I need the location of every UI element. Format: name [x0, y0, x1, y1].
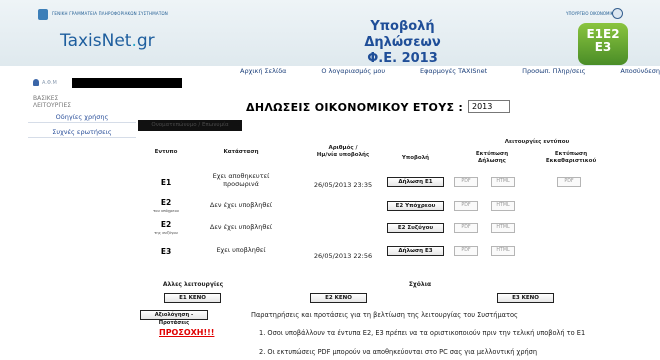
e1-blank-button[interactable]: Ε1 ΚΕΝΟ [164, 293, 221, 303]
submit-e2-spouse-button[interactable]: Ε2 Συζύγου [387, 223, 444, 233]
print-e2-obligor-pdf-button[interactable]: PDF [454, 201, 478, 211]
form-code: E3 [160, 247, 172, 256]
sidebar-title: ΒΑΣΙΚΕΣ ΛΕΙΤΟΥΡΓΙΕΣ [33, 95, 71, 109]
sidebar-link-faq[interactable]: Συχνές ερωτήσεις [28, 127, 136, 138]
submit-e2-obligor-button[interactable]: Ε2 Υπόχρεου [387, 201, 444, 211]
table-row-e3-form: E3 [141, 247, 191, 256]
gov-text: ΓΕΝΙΚΗ ΓΡΑΜΜΑΤΕΙΑ ΠΛΗΡΟΦΟΡΙΑΚΩΝ ΣΥΣΤΗΜΑΤ… [52, 11, 168, 16]
print-e3-pdf-button[interactable]: PDF [454, 246, 478, 256]
col-header-print-notice: Εκτύπωση Εκκαθαριστικού [538, 151, 604, 164]
page: ΓΕΝΙΚΗ ΓΡΑΜΜΑΤΕΙΑ ΠΛΗΡΟΦΟΡΙΑΚΩΝ ΣΥΣΤΗΜΑΤ… [0, 0, 660, 360]
nav-personal-info[interactable]: Προσωπ. Πληρ/σεις [522, 67, 585, 78]
col-header-submit: Υποβολή [401, 155, 430, 161]
note-2: 2. Οι εκτυπώσεις PDF μπορούν να αποθηκεύ… [259, 348, 538, 356]
nav-home[interactable]: Αρχική Σελίδα [240, 67, 286, 78]
col-header-print-notice-line2: Εκκαθαριστικού [545, 157, 597, 164]
col-header-form: Εντυπο [154, 149, 178, 155]
submit-e3-button[interactable]: Δήλωση Ε3 [387, 246, 444, 256]
feedback-text: Παρατηρήσεις και προτάσεις για τη βελτίω… [251, 311, 518, 319]
table-row-e1-date: 26/05/2013 23:35 [313, 181, 373, 189]
header-title-line1: Υποβολή Δηλώσεων [364, 19, 441, 50]
col-header-number-date: Αριθμός / Ημ/νία υποβολής [306, 145, 380, 158]
header-title-line2: Φ.Ε. 2013 [367, 51, 438, 66]
taxpayer-name-banner: Ονοματεπώνυμο / Επωνυμία [138, 120, 242, 131]
feedback-button[interactable]: Αξιολόγηση - Προτάσεις [140, 310, 208, 326]
table-row-e3-date: 26/05/2013 22:56 [313, 252, 373, 260]
page-title: ΔΗΛΩΣΕΙΣ ΟΙΚΟΝΟΜΙΚΟΥ ΕΤΟΥΣ : [246, 101, 464, 114]
e1e2e3-badge: E1E2 E3 [578, 23, 628, 65]
form-sub: της συζύγου [154, 230, 178, 235]
col-header-date: Ημ/νία υποβολής [316, 151, 370, 158]
sidebar-link-user-guide[interactable]: Οδηγίες χρήσης [28, 112, 136, 123]
col-header-print-declaration: Εκτύπωση Δήλωσης [454, 151, 530, 164]
user-icon [33, 79, 39, 86]
print-e2-spouse-pdf-button[interactable]: PDF [454, 223, 478, 233]
note-1: 1. Οσοι υποβάλλουν τα έντυπα Ε2, Ε3 πρέπ… [259, 329, 586, 337]
form-code: E2 [160, 198, 172, 207]
header-banner: ΓΕΝΙΚΗ ΓΡΑΜΜΑΤΕΙΑ ΠΛΗΡΟΦΟΡΙΑΚΩΝ ΣΥΣΤΗΜΑΤ… [0, 0, 660, 66]
taxisnet-logo[interactable]: TaxisNet.gr [60, 31, 155, 51]
gov-logo-icon [38, 9, 48, 20]
print-notice-pdf-button[interactable]: PDF [557, 177, 581, 187]
print-e1-html-button[interactable]: HTML [491, 177, 515, 187]
top-navigation: Αρχική Σελίδα Ο λογαριασμός μου Εφαρμογέ… [240, 67, 660, 78]
print-e2-spouse-html-button[interactable]: HTML [491, 223, 515, 233]
badge-line2: E3 [594, 40, 612, 54]
submit-e1-button[interactable]: Δήλωση Ε1 [387, 177, 444, 187]
form-code: E2 [160, 220, 172, 229]
nav-my-account[interactable]: Ο λογαριασμός μου [321, 67, 385, 78]
table-row-e2-obligor-status: Δεν έχει υποβληθεί [209, 201, 273, 209]
nav-logout[interactable]: Αποσύνδεση [620, 67, 660, 78]
sidebar-title-line1: ΒΑΣΙΚΕΣ [33, 95, 59, 102]
logo-main: TaxisNet [60, 31, 132, 51]
table-row-e2-spouse-form: E2 της συζύγου [141, 220, 191, 235]
afm-redacted-value [72, 78, 182, 88]
table-row-e1-form: E1 [141, 178, 191, 187]
table-row-e2-spouse-status: Δεν έχει υποβληθεί [209, 223, 273, 231]
ministry-seal-icon [612, 8, 623, 19]
print-e3-html-button[interactable]: HTML [491, 246, 515, 256]
col-header-print-decl-line2: Δήλωσης [478, 157, 506, 164]
e3-blank-button[interactable]: Ε3 ΚΕΝΟ [497, 293, 554, 303]
form-code: E1 [160, 178, 172, 187]
table-row-e2-obligor-form: E2 του υπόχρεου [141, 198, 191, 213]
table-row-e3-status: Εχει υποβληθεί [216, 246, 266, 254]
other-functions-header: Αλλες λειτουργίες [162, 281, 224, 288]
print-e2-obligor-html-button[interactable]: HTML [491, 201, 515, 211]
col-header-print-group: Λειτουργίες εντύπου [504, 139, 570, 145]
afm-label: Α.Φ.Μ [42, 80, 57, 86]
page-header-title: Υποβολή Δηλώσεων Φ.Ε. 2013 [330, 19, 475, 67]
e2-blank-button[interactable]: Ε2 ΚΕΝΟ [310, 293, 367, 303]
comments-header: Σχόλια [408, 281, 432, 288]
logo-tld: gr [136, 31, 155, 51]
year-field[interactable] [468, 100, 510, 113]
attention-label: ΠΡΟΣΟΧΗ!!! [159, 328, 215, 337]
form-sub: του υπόχρεου [153, 208, 179, 213]
sidebar-title-line2: ΛΕΙΤΟΥΡΓΙΕΣ [33, 102, 72, 109]
print-e1-pdf-button[interactable]: PDF [454, 177, 478, 187]
col-header-status: Κατάσταση [223, 149, 259, 155]
table-row-e1-status: Εχει αποθηκευτεί προσωρινά [196, 172, 286, 188]
nav-taxisnet-apps[interactable]: Εφαρμογές TAXISnet [420, 67, 487, 78]
status-line2: προσωρινά [223, 179, 259, 188]
